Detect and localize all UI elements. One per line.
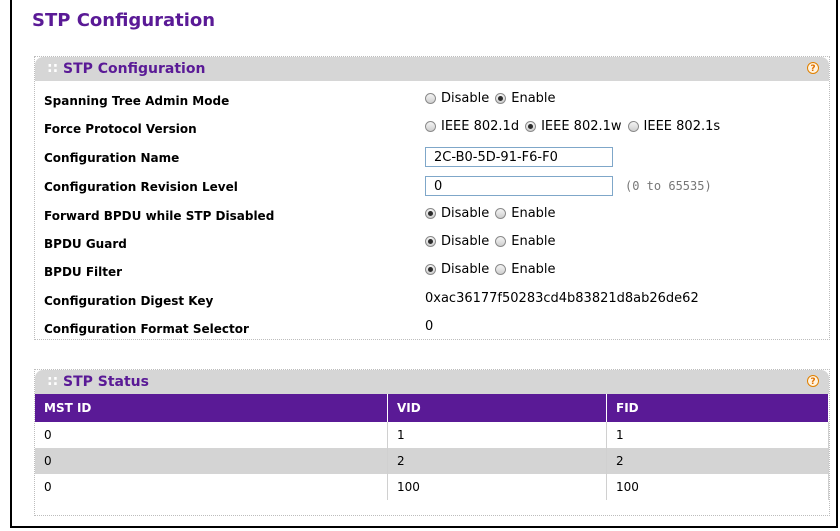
revision-level-input[interactable]: 0 (425, 176, 613, 196)
table-row: 0 100 100 (35, 474, 829, 500)
table-header-row: MST ID VID FID (35, 394, 829, 422)
bpdu-guard-disable-label: Disable (441, 234, 490, 249)
protocol-8021d-radio[interactable] (425, 121, 436, 132)
forward-bpdu-enable-radio[interactable] (495, 208, 507, 219)
row-revision-level: Configuration Revision Level 0 (0 to 655… (35, 173, 829, 199)
row-format-selector: Configuration Format Selector 0 (35, 315, 829, 341)
drag-grip-icon: :: (47, 60, 59, 76)
row-forward-bpdu: Forward BPDU while STP Disabled Disable … (35, 202, 829, 228)
drag-grip-icon: :: (47, 373, 59, 389)
bpdu-filter-disable-radio[interactable] (425, 264, 436, 275)
bpdu-filter-label: BPDU Filter (44, 265, 123, 279)
help-icon[interactable]: ? (807, 375, 819, 387)
admin-mode-label: Spanning Tree Admin Mode (44, 94, 230, 108)
row-digest-key: Configuration Digest Key 0xac36177f50283… (35, 287, 829, 313)
force-protocol-label: Force Protocol Version (44, 122, 197, 136)
row-config-name: Configuration Name 2C-B0-5D-91-F6-F0 (35, 144, 829, 170)
admin-mode-enable-radio[interactable] (495, 93, 507, 104)
bpdu-filter-enable-label: Enable (511, 262, 556, 277)
admin-mode-enable-label: Enable (511, 91, 556, 106)
forward-bpdu-label: Forward BPDU while STP Disabled (44, 209, 275, 223)
row-admin-mode: Spanning Tree Admin Mode Disable Enable (35, 87, 829, 113)
cell-mst-id: 0 (35, 448, 388, 474)
revision-range-hint: (0 to 65535) (625, 179, 712, 193)
config-name-label: Configuration Name (44, 151, 180, 165)
column-header-fid: FID (606, 394, 829, 422)
cell-fid: 2 (606, 448, 829, 474)
cell-vid: 2 (387, 448, 607, 474)
cell-fid: 1 (606, 422, 829, 448)
cell-mst-id: 0 (35, 422, 388, 448)
protocol-8021w-radio[interactable] (525, 121, 537, 132)
panel-title: STP Status (63, 374, 149, 390)
stp-status-panel: :: STP Status ? MST ID VID FID 0 1 1 0 2… (34, 369, 830, 516)
cell-vid: 100 (387, 474, 607, 500)
row-bpdu-filter: BPDU Filter Disable Enable (35, 258, 829, 284)
bpdu-filter-enable-radio[interactable] (495, 264, 507, 275)
admin-mode-disable-radio[interactable] (425, 93, 436, 104)
panel-header: :: STP Status ? (35, 370, 829, 394)
digest-key-value: 0xac36177f50283cd4b83821d8ab26de62 (425, 291, 699, 306)
format-selector-label: Configuration Format Selector (44, 322, 249, 336)
cell-vid: 1 (387, 422, 607, 448)
bpdu-guard-label: BPDU Guard (44, 237, 127, 251)
help-icon[interactable]: ? (807, 62, 819, 74)
bpdu-guard-enable-label: Enable (511, 234, 556, 249)
stp-status-table: MST ID VID FID 0 1 1 0 2 2 0 100 100 (35, 394, 829, 500)
protocol-8021w-label: IEEE 802.1w (541, 119, 622, 134)
content-frame: STP Configuration :: STP Configuration ?… (10, 0, 838, 528)
stp-configuration-panel: :: STP Configuration ? Spanning Tree Adm… (34, 56, 830, 340)
forward-bpdu-enable-label: Enable (511, 206, 556, 221)
bpdu-guard-disable-radio[interactable] (425, 236, 436, 247)
admin-mode-disable-label: Disable (441, 91, 490, 106)
protocol-8021s-label: IEEE 802.1s (643, 119, 721, 134)
protocol-8021d-label: IEEE 802.1d (441, 119, 520, 134)
column-header-vid: VID (387, 394, 607, 422)
forward-bpdu-disable-label: Disable (441, 206, 490, 221)
row-force-protocol: Force Protocol Version IEEE 802.1d IEEE … (35, 115, 829, 141)
panel-title: STP Configuration (63, 61, 206, 77)
table-row: 0 2 2 (35, 448, 829, 474)
revision-level-label: Configuration Revision Level (44, 180, 238, 194)
digest-key-label: Configuration Digest Key (44, 294, 214, 308)
cell-mst-id: 0 (35, 474, 388, 500)
format-selector-value: 0 (425, 319, 434, 334)
bpdu-filter-disable-label: Disable (441, 262, 490, 277)
bpdu-guard-enable-radio[interactable] (495, 236, 507, 247)
config-name-input[interactable]: 2C-B0-5D-91-F6-F0 (425, 147, 613, 167)
cell-fid: 100 (606, 474, 829, 500)
panel-header: :: STP Configuration ? (35, 57, 829, 81)
table-row: 0 1 1 (35, 422, 829, 448)
row-bpdu-guard: BPDU Guard Disable Enable (35, 230, 829, 256)
forward-bpdu-disable-radio[interactable] (425, 208, 436, 219)
protocol-8021s-radio[interactable] (627, 121, 639, 132)
column-header-mst-id: MST ID (35, 394, 388, 422)
page-title: STP Configuration (32, 10, 216, 31)
